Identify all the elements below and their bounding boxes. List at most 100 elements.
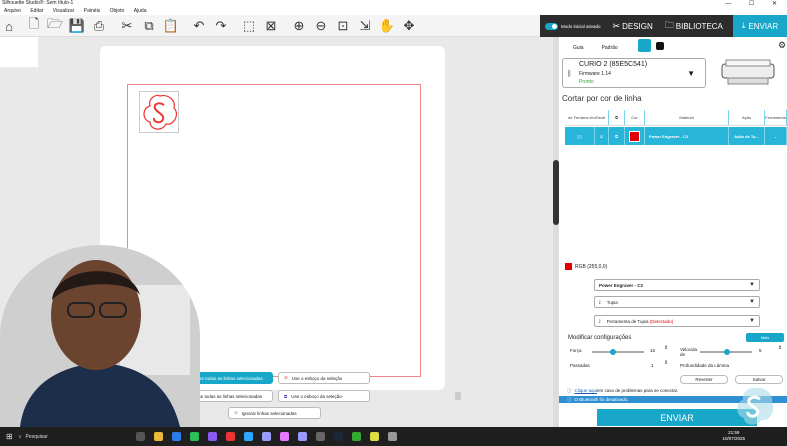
device-selector[interactable]: ᛒ CURIO 2 (85E5C541) Firmware 1.14 Pront… xyxy=(562,58,706,88)
edge-icon[interactable] xyxy=(171,432,181,441)
print-icon[interactable]: ⎙ xyxy=(90,17,108,35)
click-here-link[interactable]: Clique aqui xyxy=(575,388,598,393)
menu-paineis[interactable]: Painéis xyxy=(84,8,100,14)
paste-icon[interactable]: 📋 xyxy=(162,17,180,35)
s-logo-design[interactable] xyxy=(139,91,179,133)
use-outline-fill-button[interactable]: ⧉ Use o esboço da seleção- xyxy=(278,390,370,402)
deselect-icon[interactable]: ⊠ xyxy=(262,17,280,35)
canvas-left-strip xyxy=(0,37,38,67)
window-controls[interactable]: — ☐ ✕ xyxy=(725,0,785,7)
outline-icon: ⊘ xyxy=(284,375,288,380)
line-color-mode-icon[interactable] xyxy=(638,39,651,52)
file-explorer-icon[interactable] xyxy=(153,432,163,441)
photoshop-icon[interactable] xyxy=(243,432,253,441)
passadas-stepper[interactable]: ⇕ xyxy=(664,360,668,366)
zoom-page-icon[interactable]: ⇲ xyxy=(356,17,374,35)
tool-select[interactable]: ⟟ Tupia ▼ xyxy=(594,296,760,308)
menu-visualizar[interactable]: Visualizar xyxy=(53,8,75,14)
taskbar: ⊞ ⌕ Pesquisar xyxy=(0,427,787,446)
tool-cell-icon[interactable]: ⌄ xyxy=(765,127,787,145)
copy-icon[interactable]: ⧉ xyxy=(140,17,158,35)
tab-padrao[interactable]: Padrão xyxy=(602,45,618,51)
undo-icon[interactable]: ↶ xyxy=(190,17,208,35)
save-icon[interactable]: 💾 xyxy=(68,17,86,35)
cut-icon[interactable]: ✂ xyxy=(118,17,136,35)
move-icon[interactable]: ✥ xyxy=(400,17,418,35)
forca-value[interactable]: 15 xyxy=(650,348,655,353)
reverter-button[interactable]: Reverter xyxy=(680,375,728,384)
zoom-in-icon[interactable]: ⊕ xyxy=(290,17,308,35)
material-select[interactable]: Power Engraver - C2 ▼ xyxy=(594,279,760,291)
library-tab[interactable]: BIBLIOTECA xyxy=(676,22,723,31)
after-effects-icon[interactable] xyxy=(261,432,271,441)
more-button[interactable]: Mais xyxy=(746,333,784,342)
app-icon[interactable] xyxy=(225,432,235,441)
task-view-icon[interactable] xyxy=(135,432,145,441)
velocidade-knob[interactable] xyxy=(724,349,730,355)
home-icon[interactable]: ⌂ xyxy=(0,17,18,35)
rgb-value: RGB (255,0,0) xyxy=(575,263,608,270)
salvar-button[interactable]: Salvar xyxy=(735,375,783,384)
redo-icon[interactable]: ↷ xyxy=(212,17,230,35)
chrome-icon[interactable] xyxy=(369,432,379,441)
steam-icon[interactable] xyxy=(333,432,343,441)
action-cell[interactable]: Ação de Tu... xyxy=(729,127,765,145)
send-button[interactable]: ENVIAR xyxy=(597,409,757,426)
color-swatch[interactable] xyxy=(625,127,645,145)
tool-type-select[interactable]: ⟟ Ferramenta de Tupia (Detectado) ▼ xyxy=(594,315,760,327)
media-encoder-icon[interactable] xyxy=(297,432,307,441)
tab-guia[interactable]: Guia xyxy=(573,45,584,51)
toolbar: ⌂ 🗋 🗁 💾 ⎙ ✂ ⧉ 📋 ↶ ↷ ⬚ ⊠ ⊕ ⊖ ⊡ ⇲ ✋ ✥ xyxy=(0,15,540,37)
menu-arquivo[interactable]: Arquivo xyxy=(4,8,21,14)
windows-start-icon[interactable]: ⊞ xyxy=(6,432,13,441)
title-bar: Silhouette Studio®: Sem título-1 xyxy=(0,0,787,7)
design-tab[interactable]: DESIGN xyxy=(622,22,653,31)
info-text: em caso de problemas para se conectar. xyxy=(597,388,679,393)
ignore-lines-button[interactable]: ⊘ Ignorar linhas selecionadas xyxy=(228,407,321,419)
link-icon[interactable]: ⧉ xyxy=(609,127,625,145)
zoom-fit-icon[interactable]: ⊡ xyxy=(334,17,352,35)
presenter-webcam-image xyxy=(0,245,200,427)
gear-icon[interactable]: ⚙ xyxy=(778,40,786,51)
material-cell[interactable]: Power Engraver - C2 xyxy=(645,127,729,145)
zoom-out-icon[interactable]: ⊖ xyxy=(312,17,330,35)
velocidade-stepper[interactable]: ⇕ xyxy=(778,345,782,351)
velocidade-value[interactable]: 5 xyxy=(759,348,762,353)
fill-color-mode-icon[interactable] xyxy=(656,42,664,50)
app-icon[interactable] xyxy=(207,432,217,441)
col-ferramenta: Ferramenta xyxy=(765,110,787,125)
send-tab[interactable]: ⤓ ENVIAR xyxy=(733,15,787,37)
ignore-icon: ⊘ xyxy=(234,410,238,415)
app-icon[interactable] xyxy=(351,432,361,441)
whatsapp-icon[interactable] xyxy=(189,432,199,441)
select-icon[interactable]: ⬚ xyxy=(240,17,258,35)
horizontal-scroll-handle[interactable] xyxy=(455,392,461,400)
modo-inicial-toggle[interactable] xyxy=(545,22,558,30)
device-name: CURIO 2 (85E5C541) xyxy=(579,61,648,68)
menu-objeto[interactable]: Objeto xyxy=(110,8,125,14)
passadas-value[interactable]: 1 xyxy=(651,363,654,368)
pan-hand-icon[interactable]: ✋ xyxy=(378,17,396,35)
clock-date: 10/07/2025 xyxy=(722,436,745,441)
menu-ajuda[interactable]: Ajuda xyxy=(134,8,147,14)
outline-fill-icon: ⧉ xyxy=(284,393,288,399)
design-icon: ✂ xyxy=(612,20,621,31)
new-file-icon[interactable]: 🗋 xyxy=(25,16,43,35)
forca-stepper[interactable]: ⇕ xyxy=(664,345,668,351)
menu-bar: Arquivo Editar Visualizar Painéis Objeto… xyxy=(0,7,787,15)
open-folder-icon[interactable]: 🗁 xyxy=(46,16,64,35)
use-all-lines-button[interactable]: Use todas as linhas selecionadas xyxy=(190,372,273,384)
col-ferramenta-destl: de Ferrame-rfo/Destl xyxy=(565,110,609,125)
silhouette-icon[interactable] xyxy=(387,432,397,441)
forca-slider[interactable] xyxy=(592,351,644,353)
use-outline-button[interactable]: ⊘ Use o esboço da seleção xyxy=(278,372,370,384)
premiere-icon[interactable] xyxy=(279,432,289,441)
taskbar-search[interactable]: Pesquisar xyxy=(26,434,48,440)
app-icon[interactable] xyxy=(315,432,325,441)
bluetooth-icon: ᛒ xyxy=(567,69,572,78)
checkbox-icon[interactable]: ☑ xyxy=(595,127,609,145)
forca-knob[interactable] xyxy=(610,349,616,355)
tool-icon[interactable]: ▯▯ xyxy=(565,127,595,145)
menu-editar[interactable]: Editar xyxy=(30,8,43,14)
table-row[interactable]: ▯▯ ☑ ⧉ Power Engraver - C2 Ação de Tu...… xyxy=(565,127,787,145)
